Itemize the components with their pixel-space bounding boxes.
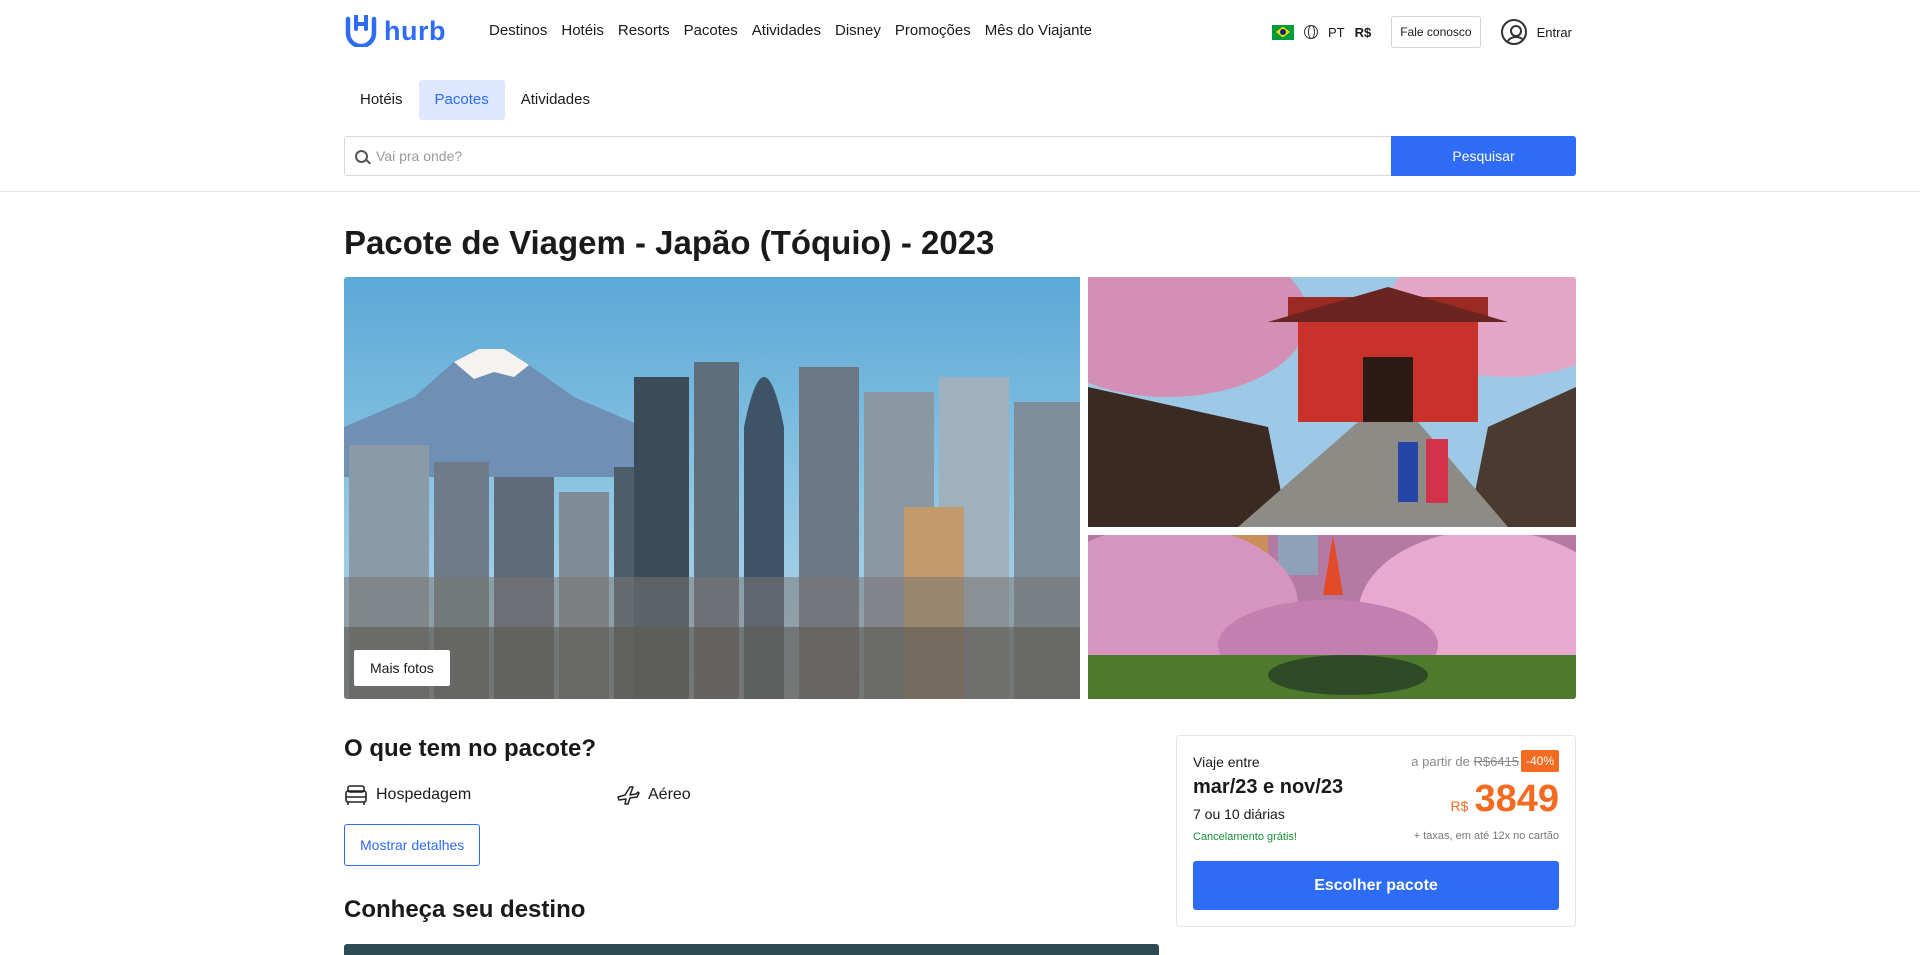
- price-from-label: a partir de: [1411, 754, 1470, 769]
- nav-item-resorts[interactable]: Resorts: [618, 22, 670, 39]
- package-section-title: O que tem no pacote?: [344, 735, 597, 762]
- page-title: Pacote de Viagem - Japão (Tóquio) - 2023: [344, 224, 995, 261]
- logo-text: hurb: [384, 15, 446, 46]
- more-photos-button[interactable]: Mais fotos: [354, 650, 450, 686]
- contact-button[interactable]: Fale conosco: [1391, 16, 1481, 48]
- header-divider: [0, 191, 1920, 192]
- nav-item-hoteis[interactable]: Hotéis: [561, 22, 604, 39]
- top-navbar: hurb Destinos Hotéis Resorts Pacotes Ati…: [0, 0, 1920, 64]
- brazil-flag-icon[interactable]: [1271, 24, 1294, 40]
- price-value: 3849: [1474, 778, 1559, 820]
- hurb-logo-icon: [345, 15, 377, 47]
- language-selector[interactable]: PT: [1328, 25, 1345, 40]
- header-tools: PT R$ Fale conosco Entrar: [1271, 16, 1572, 48]
- user-icon[interactable]: [1500, 19, 1527, 45]
- inclusion-hospedagem: Hospedagem: [344, 784, 471, 806]
- current-price: R$ 3849: [1451, 778, 1559, 821]
- nav-item-disney[interactable]: Disney: [835, 22, 881, 39]
- free-cancellation: Cancelamento grátis!: [1193, 831, 1297, 843]
- search-button[interactable]: Pesquisar: [1391, 136, 1576, 176]
- gallery-main-image[interactable]: Mais fotos: [344, 277, 1080, 699]
- photo-gallery: Mais fotos: [344, 277, 1576, 699]
- taxes-note: + taxas, em até 12x no cartão: [1413, 830, 1559, 842]
- search-icon: [355, 149, 368, 163]
- globe-icon[interactable]: [1303, 25, 1318, 39]
- nav-item-promocoes[interactable]: Promoções: [895, 22, 971, 39]
- search-input[interactable]: [376, 148, 1391, 164]
- travel-period-label: Viaje entre: [1193, 754, 1260, 770]
- price-card: Viaje entre mar/23 e nov/23 7 ou 10 diár…: [1176, 735, 1576, 927]
- main-nav: Destinos Hotéis Resorts Pacotes Atividad…: [489, 22, 1092, 39]
- price-from: a partir de R$6415: [1411, 754, 1519, 769]
- tab-hoteis[interactable]: Hotéis: [344, 80, 419, 120]
- airplane-icon: [617, 786, 640, 805]
- product-tabs: Hotéis Pacotes Atividades: [344, 80, 606, 120]
- inclusion-label-hospedagem: Hospedagem: [376, 786, 472, 803]
- nav-item-mes-do-viajante[interactable]: Mês do Viajante: [985, 22, 1092, 39]
- nights-count: 7 ou 10 diárias: [1193, 806, 1285, 822]
- destination-section-title: Conheça seu destino: [344, 896, 586, 923]
- gallery-image-temple[interactable]: [1088, 277, 1576, 527]
- nav-item-atividades[interactable]: Atividades: [752, 22, 821, 39]
- search-bar: Pesquisar: [344, 136, 1576, 176]
- nav-item-pacotes[interactable]: Pacotes: [684, 22, 738, 39]
- destination-image: [344, 944, 1159, 955]
- gallery-image-cherry-blossoms[interactable]: [1088, 535, 1576, 699]
- bed-icon: [345, 785, 367, 805]
- choose-package-button[interactable]: Escolher pacote: [1193, 861, 1559, 910]
- search-field[interactable]: [344, 136, 1391, 176]
- tab-atividades[interactable]: Atividades: [505, 80, 606, 120]
- nav-item-destinos[interactable]: Destinos: [489, 22, 547, 39]
- price-currency: R$: [1450, 798, 1469, 814]
- hurb-logo[interactable]: hurb: [344, 14, 446, 48]
- discount-badge: -40%: [1520, 750, 1559, 772]
- travel-dates: mar/23 e nov/23: [1193, 776, 1344, 798]
- tab-pacotes[interactable]: Pacotes: [418, 80, 505, 120]
- inclusion-label-aereo: Aéreo: [648, 786, 691, 803]
- inclusion-aereo: Aéreo: [616, 784, 691, 806]
- old-price: R$6415: [1473, 754, 1519, 769]
- currency-selector[interactable]: R$: [1355, 25, 1372, 40]
- login-link[interactable]: Entrar: [1537, 25, 1572, 40]
- show-details-button[interactable]: Mostrar detalhes: [344, 824, 481, 866]
